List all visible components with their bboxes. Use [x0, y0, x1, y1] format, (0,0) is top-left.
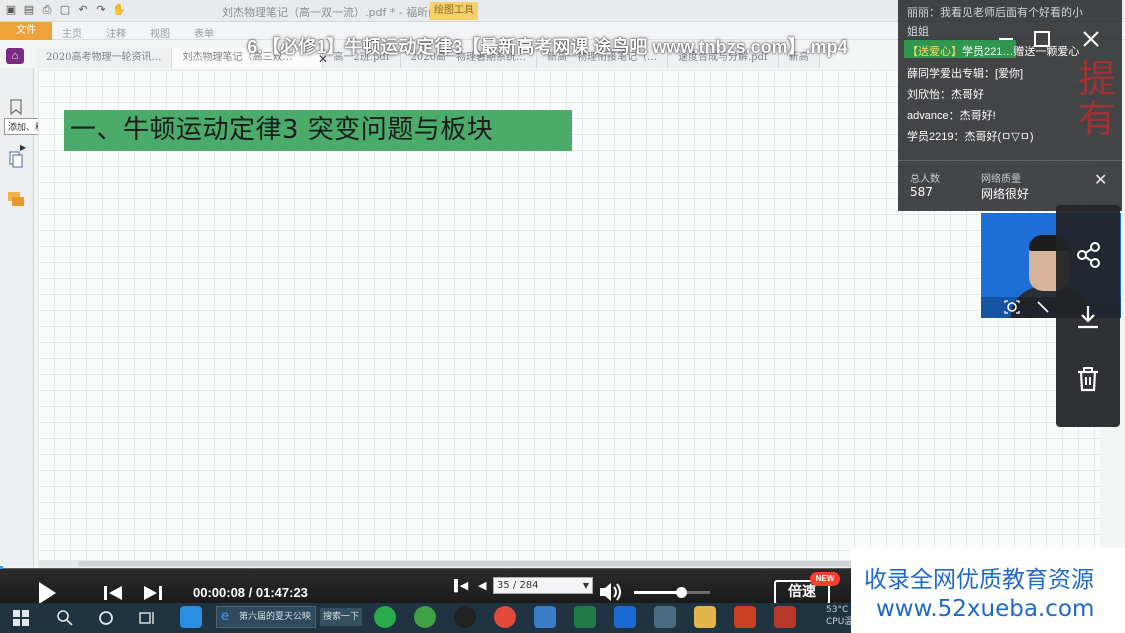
calculator-icon[interactable] [654, 606, 676, 628]
progress-bar[interactable] [0, 566, 850, 569]
chat-message: 丽丽：我看见老师后面有个好看的小 [907, 7, 1083, 19]
search-icon[interactable] [56, 609, 74, 627]
chat-message: 姐姐 [907, 26, 929, 38]
file-explorer-icon[interactable] [694, 606, 716, 628]
side-action-menu [1056, 205, 1120, 427]
watermark-url: www.52xueba.com [876, 596, 1095, 622]
page-icon[interactable]: ▢ [58, 3, 72, 17]
hand-icon[interactable]: ✋ [112, 3, 126, 17]
chat-message: 刘欣怡：杰哥好 [907, 89, 984, 101]
gift-text: 学员221…赠送一颗爱心 [962, 46, 1080, 58]
taskbar-window-ie[interactable]: e 第六届的夏天公映 [216, 606, 316, 628]
save-icon[interactable]: ▤ [22, 3, 36, 17]
app-icon-s[interactable] [180, 606, 202, 628]
navigation-panel: ▶ [0, 68, 34, 568]
taskbar-window-label: 第六届的夏天公映 [239, 612, 312, 622]
ie-icon: e [221, 609, 229, 624]
total-viewers-label: 总人数 [910, 174, 940, 185]
total-viewers-value: 587 [910, 185, 933, 199]
chat-message: 学员2219：杰哥好(ㅁ▽ㅁ) [907, 131, 1034, 143]
screen: ▣ ▤ ⎙ ▢ ↶ ↷ ✋ 刘杰物理笔记（高一双一流）.pdf * - 福昕阅读… [0, 0, 1125, 633]
volume-slider[interactable] [634, 587, 710, 598]
chat-message: 薛同学爱出专辑：[爱你] [907, 68, 1024, 80]
folder-icon[interactable]: ▣ [4, 3, 18, 17]
share-icon[interactable] [1075, 241, 1103, 269]
network-quality-value: 网络很好 [981, 187, 1030, 201]
foxit-taskbar-icon[interactable] [734, 606, 756, 628]
background-text: 有 [1078, 97, 1117, 141]
app-icon-green[interactable] [414, 606, 436, 628]
page-heading: 一、牛顿运动定律3 突变问题与板块 [70, 115, 494, 145]
gift-tag: 【送爱心】 [907, 46, 962, 58]
close-icon[interactable]: ✕ [1094, 170, 1107, 190]
undo-icon[interactable]: ↶ [76, 3, 90, 17]
next-icon[interactable] [142, 584, 164, 602]
close-window-icon[interactable] [1080, 28, 1102, 50]
volume-icon[interactable] [598, 581, 624, 603]
pages-icon[interactable] [7, 150, 25, 168]
previous-icon[interactable] [102, 584, 124, 602]
comments-icon[interactable] [7, 190, 25, 208]
context-tab-drawing-tools[interactable]: 绘图工具 [430, 2, 478, 20]
app-icon-red[interactable] [774, 606, 796, 628]
cortana-icon[interactable] [97, 609, 115, 627]
excel-icon[interactable] [574, 606, 596, 628]
chrome-icon[interactable] [494, 606, 516, 628]
fullscreen-icon[interactable] [1035, 299, 1051, 315]
minimize-icon[interactable] [995, 28, 1017, 50]
chat-message: advance：杰哥好! [907, 110, 996, 122]
chat-divider [898, 160, 1122, 161]
chat-message-gift: 【送爱心】学员221…赠送一颗爱心 [907, 43, 1079, 59]
task-view-icon[interactable] [138, 609, 156, 627]
page-number-field[interactable]: 35 / 284 ▼ [493, 577, 593, 594]
wechat-icon[interactable] [374, 606, 396, 628]
progress-fill [0, 566, 3, 569]
playback-time: 00:00:08 / 01:47:23 [193, 585, 308, 600]
first-page-icon[interactable]: ▌◀ [454, 579, 468, 592]
volume-fill [634, 591, 682, 594]
trash-icon[interactable] [1074, 365, 1102, 393]
new-badge: NEW [810, 572, 840, 586]
watermark-slogan: 收录全网优质教育资源 [864, 567, 1094, 593]
quick-access-toolbar: ▣ ▤ ⎙ ▢ ↶ ↷ ✋ [4, 3, 126, 17]
dropdown-arrow-icon[interactable]: ▼ [583, 578, 589, 593]
edge-icon[interactable] [614, 606, 636, 628]
pdf-app-title: 刘杰物理笔记（高一双一流）.pdf * - 福昕阅读器 [222, 6, 462, 19]
previous-page-icon[interactable]: ◀ [478, 579, 486, 592]
screenshot-icon[interactable] [1003, 299, 1021, 315]
mail-icon[interactable] [534, 606, 556, 628]
taskbar-search-button[interactable]: 搜索一下 [320, 608, 362, 626]
qq-icon[interactable] [454, 606, 476, 628]
page-number-text: 35 / 284 [497, 580, 539, 591]
download-icon[interactable] [1074, 303, 1102, 331]
print-icon[interactable]: ⎙ [40, 3, 54, 17]
bookmark-icon[interactable] [7, 98, 25, 116]
maximize-icon[interactable] [1031, 28, 1053, 50]
redo-icon[interactable]: ↷ [94, 3, 108, 17]
windows-start-icon[interactable] [12, 609, 30, 627]
network-quality-label: 网络质量 [981, 174, 1021, 185]
